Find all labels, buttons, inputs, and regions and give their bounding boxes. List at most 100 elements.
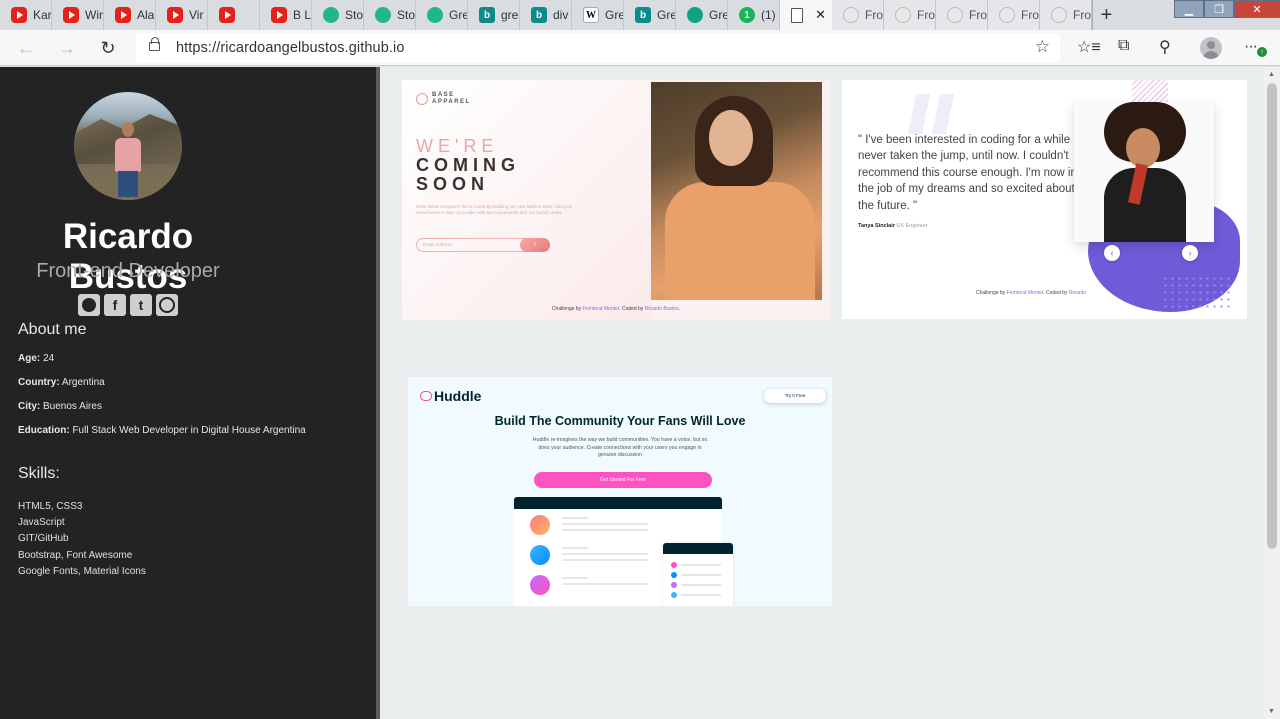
skills-heading: Skills: bbox=[18, 465, 60, 482]
list-item: GIT/GitHub bbox=[18, 533, 69, 545]
restore-button[interactable]: ❐ bbox=[1204, 0, 1234, 18]
scroll-down-icon[interactable]: ▼ bbox=[1268, 708, 1275, 715]
tab-label: Fro bbox=[1021, 8, 1039, 22]
favorite-star-icon[interactable]: ☆ bbox=[1035, 37, 1050, 57]
tab-strip: Kar Wir Ala Vir B L Sto Sto Gre b gre b div W Gre b Gre… bbox=[0, 0, 1280, 30]
project-card-base-apparel[interactable]: BASE APPAREL WE'RE COMING SOON Hello fello… bbox=[402, 80, 830, 320]
lock-icon[interactable] bbox=[149, 37, 160, 51]
frontend-mentor-icon bbox=[427, 7, 443, 23]
loading-icon bbox=[999, 7, 1015, 23]
page-scrollbar[interactable]: ▲ ▼ bbox=[1264, 67, 1280, 719]
close-tab-icon[interactable]: ✕ bbox=[815, 7, 826, 23]
address-bar[interactable]: https://ricardoangelbustos.github.io ☆ bbox=[136, 33, 1060, 63]
skills-list: HTML5, CSS3 JavaScript GIT/GitHub Bootst… bbox=[18, 499, 146, 580]
tab-label: Fro bbox=[969, 8, 987, 22]
about-country: Country: Argentina bbox=[18, 377, 105, 388]
wikipedia-icon: W bbox=[583, 7, 599, 23]
browser-tab[interactable]: Fro bbox=[936, 0, 988, 30]
instagram-icon[interactable] bbox=[156, 294, 178, 316]
social-links: f t bbox=[78, 294, 178, 316]
scrollbar-thumb[interactable] bbox=[1267, 83, 1277, 549]
url-text[interactable]: https://ricardoangelbustos.github.io bbox=[176, 40, 405, 56]
browser-tab[interactable]: W Gre bbox=[572, 0, 624, 30]
favorites-icon[interactable]: ☆≡ bbox=[1077, 37, 1101, 57]
coming-soon-heading-light: WE'RE bbox=[416, 136, 499, 156]
list-item: Bootstrap, Font Awesome bbox=[18, 549, 133, 561]
tab-label: div bbox=[553, 8, 569, 22]
youtube-icon bbox=[11, 7, 27, 23]
youtube-icon bbox=[167, 7, 183, 23]
address-toolbar: ← → ↻ https://ricardoangelbustos.github.… bbox=[0, 30, 1280, 66]
avatar bbox=[74, 92, 182, 200]
browser-tab[interactable]: Fro bbox=[884, 0, 936, 30]
browser-tab[interactable]: B L bbox=[260, 0, 312, 30]
attribution: Challenge by Frontend Mentor. Coded by R… bbox=[551, 306, 681, 312]
collections-icon[interactable]: ⧉ bbox=[1118, 37, 1129, 55]
page-icon bbox=[791, 7, 803, 23]
minimize-button[interactable]: ▁ bbox=[1174, 0, 1204, 18]
tab-label: Wir bbox=[85, 8, 103, 22]
back-icon[interactable]: ← bbox=[14, 36, 38, 60]
new-tab-button[interactable]: + bbox=[1092, 0, 1120, 30]
more-menu-icon[interactable]: ··· bbox=[1244, 38, 1258, 56]
browser-tab[interactable]: Ala bbox=[104, 0, 156, 30]
browser-tab[interactable]: Sto bbox=[312, 0, 364, 30]
about-heading: About me bbox=[18, 321, 87, 338]
chatgpt-icon bbox=[687, 7, 703, 23]
scroll-up-icon[interactable]: ▲ bbox=[1268, 71, 1275, 78]
profile-sidebar: Ricardo Bustos Front-end Developer f t A… bbox=[0, 67, 376, 719]
loading-icon bbox=[947, 7, 963, 23]
tab-label: Gre bbox=[657, 8, 676, 22]
next-arrow-icon: › bbox=[1182, 245, 1198, 261]
tab-label: Fro bbox=[1073, 8, 1091, 22]
browser-tab[interactable]: 1 (1) bbox=[728, 0, 780, 30]
tab-label: Sto bbox=[345, 8, 364, 22]
browser-tab[interactable]: b div bbox=[520, 0, 572, 30]
youtube-icon bbox=[115, 7, 131, 23]
attribution: Challenge by Frontend Mentor. Coded by R… bbox=[976, 290, 1087, 296]
tab-label: Kar bbox=[33, 8, 52, 22]
coming-soon-description: Hello fellow shoppers! We're currently b… bbox=[416, 204, 573, 215]
tab-label: B L bbox=[293, 8, 312, 22]
prev-arrow-icon: ‹ bbox=[1104, 245, 1120, 261]
list-item: JavaScript bbox=[18, 517, 65, 529]
browser-tab[interactable]: Wir bbox=[52, 0, 104, 30]
browser-tab[interactable]: Fro bbox=[832, 0, 884, 30]
forward-icon[interactable]: → bbox=[55, 36, 79, 60]
close-window-button[interactable]: ✕ bbox=[1234, 0, 1280, 18]
about-city: City: Buenos Aires bbox=[18, 401, 102, 412]
frontend-mentor-icon bbox=[375, 7, 391, 23]
loading-icon bbox=[843, 7, 859, 23]
reload-icon[interactable]: ↻ bbox=[96, 36, 120, 60]
project-card-testimonials[interactable]: " I've been interested in coding for a w… bbox=[842, 80, 1247, 319]
project-card-huddle[interactable]: Huddle Try It Free Build The Community Y… bbox=[408, 377, 832, 606]
huddle-headline: Build The Community Your Fans Will Love bbox=[494, 414, 746, 428]
browser-tab[interactable]: Gre bbox=[416, 0, 468, 30]
tab-label: Sto bbox=[397, 8, 416, 22]
tab-label: Gre bbox=[709, 8, 728, 22]
tab-label: Gre bbox=[449, 8, 468, 22]
profile-avatar-icon[interactable] bbox=[1200, 37, 1222, 59]
tab-label: Gre bbox=[605, 8, 624, 22]
browser-tab[interactable]: Fro bbox=[1040, 0, 1092, 30]
list-item: Google Fonts, Material Icons bbox=[18, 565, 146, 577]
browser-tab[interactable]: b gre bbox=[468, 0, 520, 30]
huddle-logo: Huddle bbox=[434, 388, 482, 404]
browser-tab[interactable] bbox=[208, 0, 260, 30]
browser-tab[interactable]: Kar bbox=[0, 0, 52, 30]
browser-tab[interactable]: Sto bbox=[364, 0, 416, 30]
browser-tab[interactable]: b Gre bbox=[624, 0, 676, 30]
facebook-icon[interactable]: f bbox=[104, 294, 126, 316]
browser-tab[interactable]: Gre bbox=[676, 0, 728, 30]
twitter-icon[interactable]: t bbox=[130, 294, 152, 316]
testimonial-photo bbox=[1074, 102, 1214, 242]
feedback-icon[interactable]: ⚲ bbox=[1159, 37, 1171, 57]
list-item: HTML5, CSS3 bbox=[18, 501, 83, 512]
tab-label: Fro bbox=[917, 8, 935, 22]
browser-tab[interactable]: Fro bbox=[988, 0, 1040, 30]
browser-tab[interactable]: Vir bbox=[156, 0, 208, 30]
github-icon[interactable] bbox=[78, 294, 100, 316]
huddle-subtext: Huddle re-imagines the way we build comm… bbox=[532, 437, 708, 459]
browser-tab[interactable]: ✕ bbox=[780, 0, 832, 30]
try-free-button: Try It Free bbox=[764, 389, 826, 403]
